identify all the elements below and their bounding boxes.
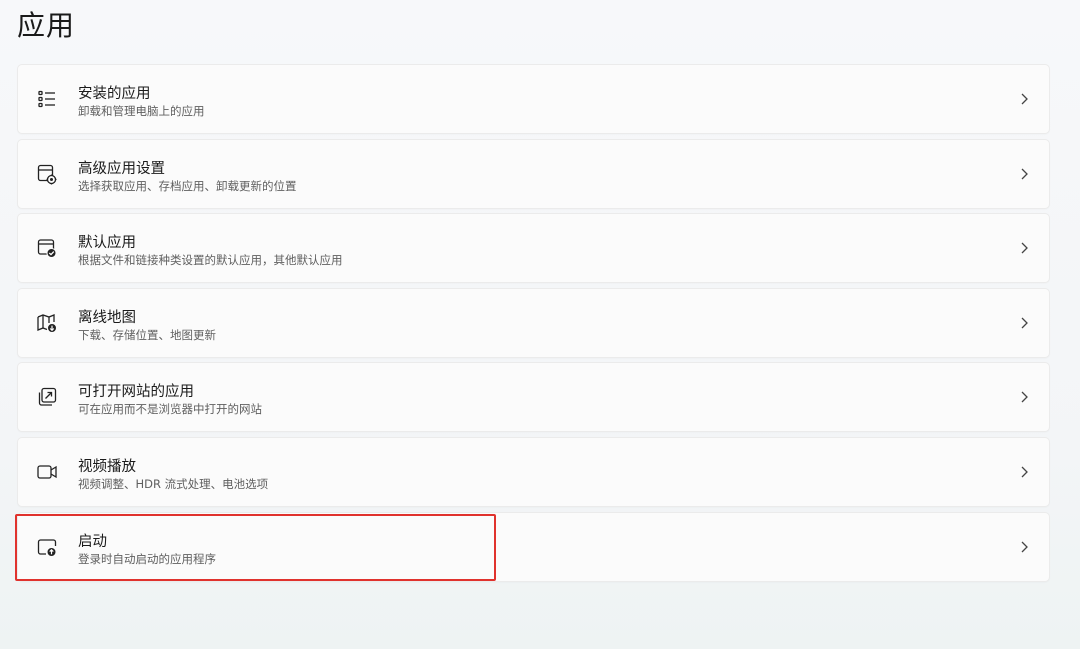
- open-external-icon: [36, 386, 58, 408]
- settings-item-apps-for-websites[interactable]: 可打开网站的应用 可在应用而不是浏览器中打开的网站: [17, 362, 1050, 433]
- item-description: 根据文件和链接种类设置的默认应用，其他默认应用: [78, 253, 343, 268]
- app-settings-icon: [36, 163, 58, 185]
- item-description: 卸载和管理电脑上的应用: [78, 104, 205, 118]
- item-title: 默认应用: [78, 235, 136, 252]
- settings-item-startup[interactable]: 启动 登录时自动启动的应用程序: [17, 511, 1050, 582]
- app-list-icon: [36, 88, 58, 110]
- item-description: 登录时自动启动的应用程序: [78, 551, 216, 566]
- settings-list: 安装的应用 卸载和管理电脑上的应用 高级应用设置 选择获取应用、存档应用、卸载更…: [17, 64, 1050, 586]
- item-description: 可在应用而不是浏览器中打开的网站: [78, 402, 262, 417]
- item-title: 启动: [78, 533, 107, 550]
- chevron-right-icon: [1019, 465, 1029, 479]
- default-apps-icon: [36, 237, 58, 259]
- startup-icon: [36, 536, 58, 558]
- chevron-right-icon: [1019, 540, 1029, 554]
- chevron-right-icon: [1019, 390, 1029, 404]
- item-title: 安装的应用: [78, 86, 151, 102]
- chevron-right-icon: [1019, 241, 1029, 255]
- item-title: 高级应用设置: [78, 160, 165, 177]
- settings-item-installed-apps[interactable]: 安装的应用 卸载和管理电脑上的应用: [17, 64, 1050, 134]
- item-title: 离线地图: [78, 309, 136, 326]
- chevron-right-icon: [1019, 92, 1029, 106]
- settings-item-offline-maps[interactable]: 离线地图 下载、存储位置、地图更新: [17, 287, 1050, 358]
- item-description: 选择获取应用、存档应用、卸载更新的位置: [78, 178, 297, 193]
- map-download-icon: [36, 312, 58, 334]
- item-description: 下载、存储位置、地图更新: [78, 327, 216, 342]
- item-title: 视频播放: [78, 458, 136, 475]
- video-camera-icon: [36, 461, 58, 483]
- settings-item-video-playback[interactable]: 视频播放 视频调整、HDR 流式处理、电池选项: [17, 436, 1050, 507]
- page-title: 应用: [17, 9, 76, 42]
- item-description: 视频调整、HDR 流式处理、电池选项: [78, 476, 269, 491]
- settings-item-default-apps[interactable]: 默认应用 根据文件和链接种类设置的默认应用，其他默认应用: [17, 213, 1050, 284]
- chevron-right-icon: [1019, 316, 1029, 330]
- chevron-right-icon: [1019, 167, 1029, 181]
- item-title: 可打开网站的应用: [78, 384, 194, 401]
- settings-item-advanced-app-settings[interactable]: 高级应用设置 选择获取应用、存档应用、卸载更新的位置: [17, 138, 1050, 209]
